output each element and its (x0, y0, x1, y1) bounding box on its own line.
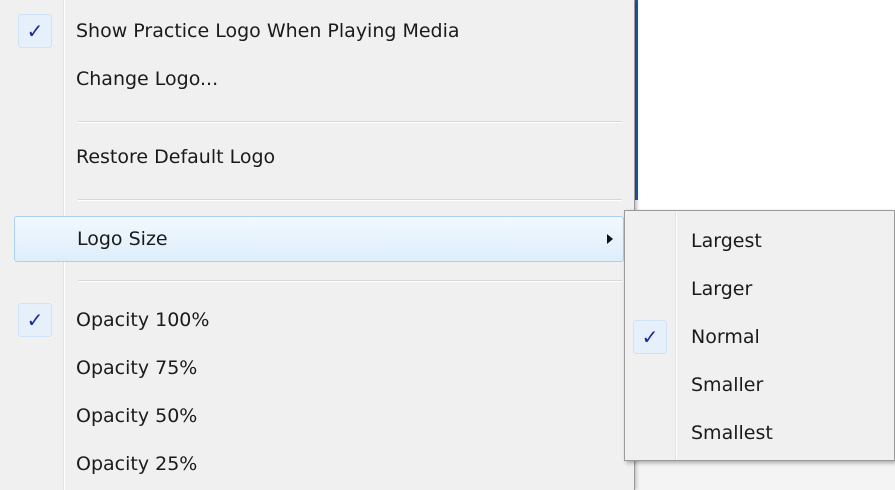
logo-size-submenu: Largest Larger ✓ Normal Smaller Smallest (624, 210, 895, 461)
menu-item-label: Show Practice Logo When Playing Media (76, 20, 460, 42)
menu-item-opacity-25[interactable]: Opacity 25% (14, 442, 624, 488)
background-window (638, 0, 895, 200)
context-menu: ✓ Show Practice Logo When Playing Media … (0, 0, 635, 490)
submenu-item-label: Largest (691, 230, 762, 252)
menu-item-label: Opacity 100% (76, 309, 210, 331)
checkmark-icon: ✓ (18, 303, 52, 337)
checkmark-icon: ✓ (633, 320, 667, 354)
menu-separator (78, 199, 622, 201)
menu-item-label: Change Logo... (76, 68, 219, 90)
submenu-arrow-icon (607, 234, 613, 244)
menu-item-restore-default-logo[interactable]: Restore Default Logo (14, 135, 624, 181)
menu-item-label: Opacity 75% (76, 357, 198, 379)
menu-item-logo-size[interactable]: Logo Size (14, 216, 624, 262)
menu-item-opacity-100[interactable]: ✓ Opacity 100% (14, 298, 624, 344)
submenu-item-smaller[interactable]: Smaller (629, 363, 890, 409)
menu-item-label: Logo Size (77, 228, 168, 250)
submenu-item-label: Smaller (691, 374, 764, 396)
menu-item-label: Opacity 25% (76, 453, 198, 475)
menu-item-opacity-50[interactable]: Opacity 50% (14, 394, 624, 440)
submenu-item-largest[interactable]: Largest (629, 219, 890, 265)
submenu-item-label: Smallest (691, 422, 773, 444)
menu-item-opacity-75[interactable]: Opacity 75% (14, 346, 624, 392)
submenu-item-normal[interactable]: ✓ Normal (629, 315, 890, 361)
menu-separator (78, 280, 622, 282)
menu-item-change-logo[interactable]: Change Logo... (14, 57, 624, 103)
menu-item-label: Restore Default Logo (76, 146, 276, 168)
submenu-item-label: Larger (691, 278, 753, 300)
menu-separator (78, 121, 622, 123)
checkmark-icon: ✓ (18, 14, 52, 48)
menu-item-show-practice-logo[interactable]: ✓ Show Practice Logo When Playing Media (14, 9, 624, 55)
submenu-item-label: Normal (691, 326, 760, 348)
submenu-item-larger[interactable]: Larger (629, 267, 890, 313)
menu-item-label: Opacity 50% (76, 405, 198, 427)
submenu-item-smallest[interactable]: Smallest (629, 411, 890, 457)
